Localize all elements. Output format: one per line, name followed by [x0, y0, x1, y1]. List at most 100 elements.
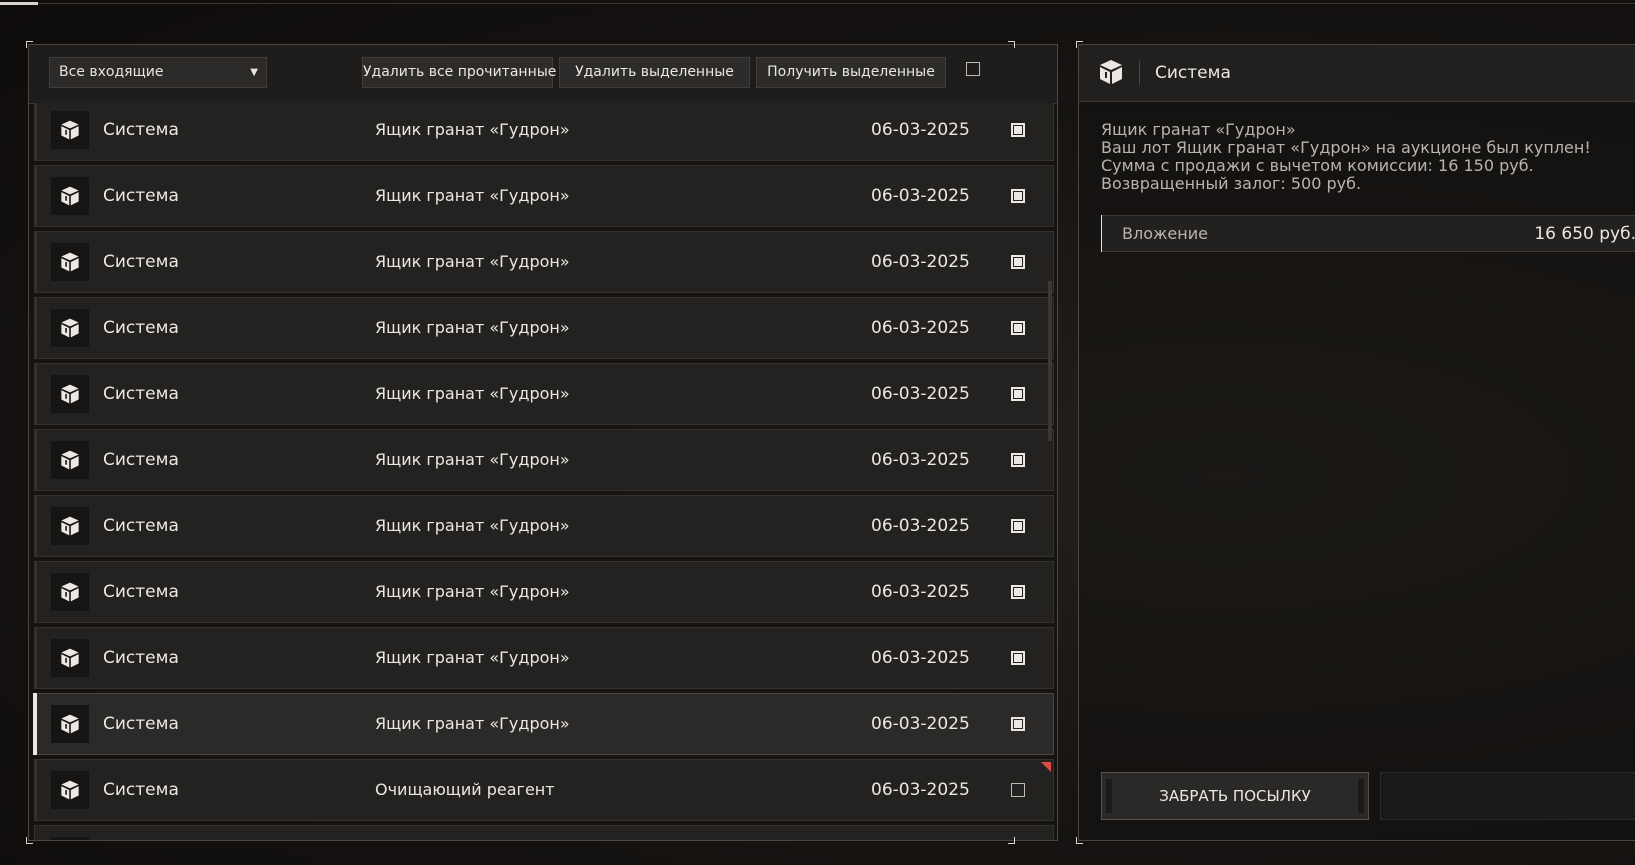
mail-select-checkbox[interactable] — [1011, 123, 1025, 137]
mail-row[interactable]: Система Ящик гранат «Гудрон» 06-03-2025 — [33, 693, 1054, 755]
delete-all-read-button[interactable]: Удалить все прочитанные — [362, 57, 556, 88]
row-edge — [35, 103, 37, 160]
box-icon — [51, 573, 89, 611]
row-edge — [35, 232, 37, 292]
corner-mark — [1101, 215, 1106, 252]
mail-select-checkbox[interactable] — [1011, 255, 1025, 269]
mail-sender: Система — [103, 252, 179, 272]
mail-subject: Ящик гранат «Гудрон» — [375, 516, 570, 535]
box-icon — [51, 771, 89, 809]
box-icon — [51, 309, 89, 347]
mail-date: 06-03-2025 — [871, 120, 970, 140]
mail-sender: Система — [103, 648, 179, 668]
mail-date: 06-03-2025 — [871, 648, 970, 668]
message-subject-line: Ящик гранат «Гудрон» — [1101, 120, 1296, 139]
mail-subject: Ящик гранат «Гудрон» — [375, 648, 570, 667]
mail-sender: Система — [103, 318, 179, 338]
mail-subject: Ящик гранат «Гудрон» — [375, 582, 570, 601]
mail-row[interactable]: Система Ящик гранат «Гудрон» 06-03-2025 — [34, 627, 1054, 689]
mail-select-checkbox[interactable] — [1011, 717, 1025, 731]
corner-mark — [1008, 41, 1015, 48]
detail-header: Система — [1079, 45, 1635, 102]
filter-dropdown-value: Все входящие — [59, 64, 164, 80]
mail-sender: Система — [103, 516, 179, 536]
button-notch — [1358, 779, 1364, 813]
new-mail-flag — [1041, 762, 1051, 772]
mail-select-checkbox[interactable] — [1011, 321, 1025, 335]
mail-select-checkbox[interactable] — [1011, 453, 1025, 467]
header-divider — [1139, 61, 1140, 85]
mail-select-checkbox[interactable] — [1011, 189, 1025, 203]
mail-row[interactable]: Система Ящик гранат «Гудрон» 06-03-2025 — [34, 165, 1054, 227]
box-icon — [51, 243, 89, 281]
mail-subject: Ящик гранат «Гудрон» — [375, 384, 570, 403]
message-line: Возвращенный залог: 500 руб. — [1101, 174, 1362, 193]
secondary-button-slot — [1380, 772, 1635, 820]
mail-toolbar: Все входящие ▼ Удалить все прочитанные У… — [29, 45, 1057, 104]
mail-sender: Система — [103, 780, 179, 800]
select-all-checkbox[interactable] — [966, 62, 980, 76]
mail-select-checkbox[interactable] — [1011, 387, 1025, 401]
mail-subject: Ящик гранат «Гудрон» — [375, 450, 570, 469]
attachment-value: 16 650 руб. — [1534, 224, 1635, 244]
mail-row[interactable]: Система Ящик гранат «Гудрон» 06-03-2025 — [34, 297, 1054, 359]
attachment-label: Вложение — [1122, 224, 1208, 243]
mail-select-checkbox[interactable] — [1011, 651, 1025, 665]
row-edge — [35, 364, 37, 424]
mail-date: 06-03-2025 — [871, 780, 970, 800]
mail-subject: Ящик гранат «Гудрон» — [375, 252, 570, 271]
mail-row[interactable]: Система Ящик гранат «Гудрон» 06-03-2025 — [34, 561, 1054, 623]
corner-mark — [1076, 41, 1083, 48]
mail-date: 06-03-2025 — [871, 450, 970, 470]
mail-select-checkbox[interactable] — [1011, 519, 1025, 533]
mail-row[interactable]: Система Ящик гранат «Гудрон» 06-03-2025 — [34, 103, 1054, 161]
mail-date: 06-03-2025 — [871, 186, 970, 206]
list-scrollbar[interactable] — [1048, 281, 1052, 441]
mail-date: 06-03-2025 — [871, 318, 970, 338]
mail-row[interactable]: Система Ящик гранат «Гудрон» 06-03-2025 — [34, 429, 1054, 491]
mail-row[interactable]: Система Ящик гранат «Гудрон» 06-03-2025 — [34, 495, 1054, 557]
box-icon — [51, 507, 89, 545]
mail-select-checkbox[interactable] — [1011, 585, 1025, 599]
box-icon — [51, 177, 89, 215]
mail-date: 06-03-2025 — [871, 516, 970, 536]
detail-sender: Система — [1155, 63, 1231, 83]
mail-row[interactable]: Система Ящик гранат «Гудрон» 06-03-2025 — [34, 363, 1054, 425]
message-body: Ящик гранат «Гудрон» Ваш лот Ящик гранат… — [1101, 121, 1631, 193]
corner-mark — [26, 837, 33, 844]
top-divider — [0, 3, 1635, 4]
mail-subject: Ящик гранат «Гудрон» — [375, 186, 570, 205]
row-edge — [35, 496, 37, 556]
corner-mark — [1008, 837, 1015, 844]
mail-date: 06-03-2025 — [871, 582, 970, 602]
corner-mark — [1076, 837, 1083, 844]
mail-sender: Система — [103, 582, 179, 602]
mail-row-partial[interactable] — [34, 825, 1054, 840]
take-parcel-button[interactable]: ЗАБРАТЬ ПОСЫЛКУ — [1101, 772, 1369, 820]
box-icon — [51, 441, 89, 479]
corner-mark — [26, 41, 33, 48]
delete-selected-button[interactable]: Удалить выделенные — [559, 57, 750, 88]
receive-selected-button[interactable]: Получить выделенные — [756, 57, 946, 88]
selection-indicator — [33, 693, 37, 755]
mail-subject: Ящик гранат «Гудрон» — [375, 714, 570, 733]
mail-detail-panel: Система Ящик гранат «Гудрон» Ваш лот Ящи… — [1078, 44, 1635, 841]
mail-select-checkbox[interactable] — [1011, 783, 1025, 797]
mail-row[interactable]: Система Ящик гранат «Гудрон» 06-03-2025 — [34, 231, 1054, 293]
box-icon — [51, 837, 89, 840]
mail-subject: Очищающий реагент — [375, 780, 555, 799]
attachment-row: Вложение 16 650 руб. — [1101, 215, 1635, 252]
mail-list: Система Ящик гранат «Гудрон» 06-03-2025 Сис… — [29, 103, 1057, 840]
mail-date: 06-03-2025 — [871, 252, 970, 272]
row-edge — [35, 430, 37, 490]
mail-sender: Система — [103, 450, 179, 470]
top-accent — [0, 2, 38, 5]
box-icon — [51, 705, 89, 743]
mail-subject: Ящик гранат «Гудрон» — [375, 318, 570, 337]
mail-row[interactable]: Система Очищающий реагент 06-03-2025 — [34, 759, 1054, 821]
button-notch — [1106, 779, 1112, 813]
row-edge — [35, 298, 37, 358]
mail-date: 06-03-2025 — [871, 384, 970, 404]
filter-dropdown[interactable]: Все входящие ▼ — [49, 57, 267, 88]
row-edge — [35, 628, 37, 688]
